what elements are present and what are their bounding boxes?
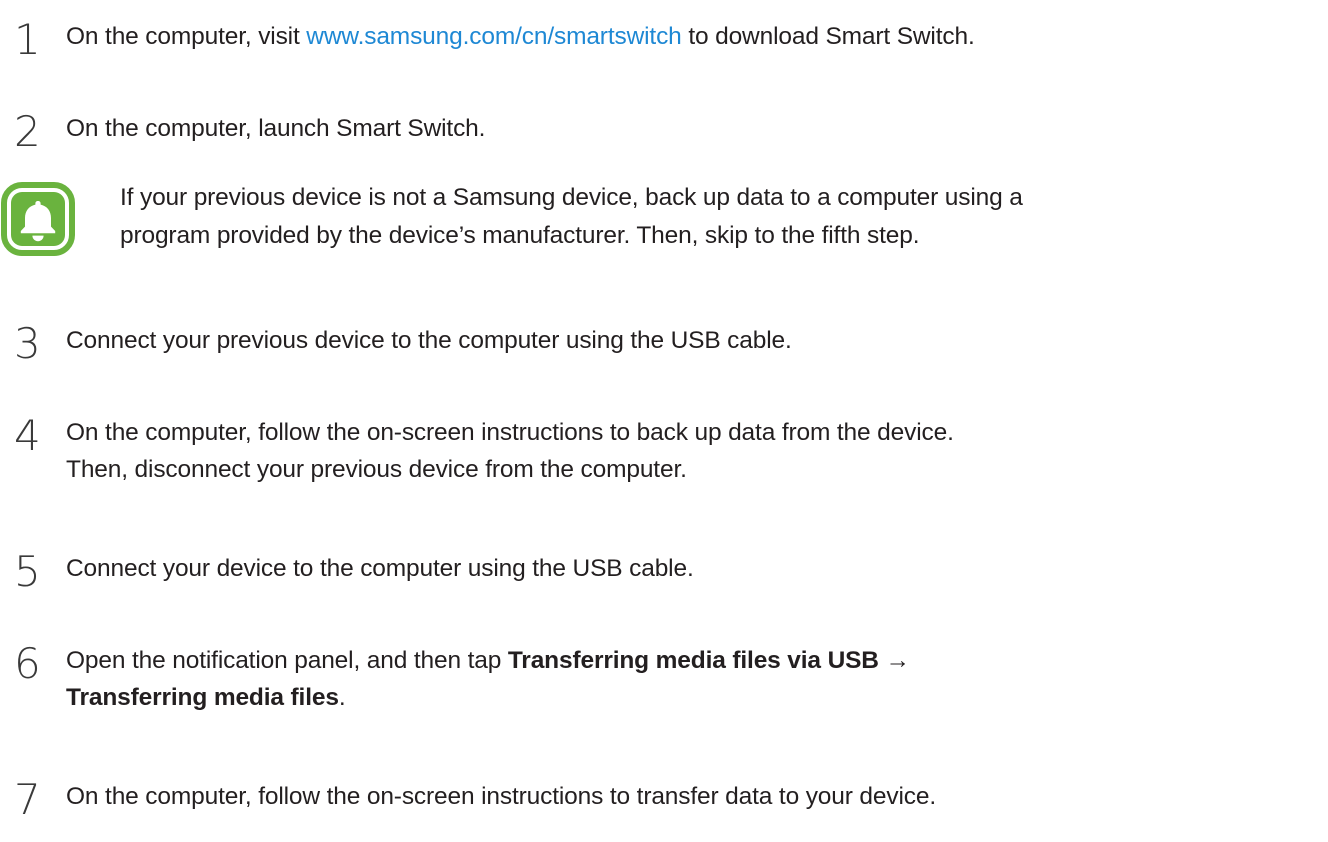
step-line: Transferring media files. bbox=[66, 679, 1314, 716]
step-text: Open the notification panel, and then ta… bbox=[66, 642, 1314, 716]
step-number: 1 bbox=[14, 15, 41, 64]
step-line: Then, disconnect your previous device fr… bbox=[66, 456, 687, 483]
step-number: 5 bbox=[14, 547, 41, 596]
step-text-part: On the computer, visit bbox=[66, 23, 307, 50]
step-line: Open the notification panel, and then ta… bbox=[66, 642, 1314, 679]
note-line: program provided by the device’s manufac… bbox=[120, 222, 920, 249]
step-text-part: to download Smart Switch. bbox=[681, 23, 975, 50]
step-text: Connect your device to the computer usin… bbox=[66, 555, 694, 582]
note-text: If your previous device is not a Samsung… bbox=[120, 179, 1318, 255]
step-text: On the computer, visit www.samsung.com/c… bbox=[66, 18, 1314, 55]
step-text-part: Open the notification panel, and then ta… bbox=[66, 647, 508, 674]
step-text: On the computer, follow the on-screen in… bbox=[66, 783, 937, 810]
ui-term: Transferring media files bbox=[66, 684, 339, 711]
note-line: If your previous device is not a Samsung… bbox=[120, 184, 1023, 211]
step-text: On the computer, launch Smart Switch. bbox=[66, 115, 486, 142]
arrow-icon: → bbox=[878, 647, 911, 674]
step-line: On the computer, follow the on-screen in… bbox=[66, 419, 954, 446]
step-text: Connect your previous device to the comp… bbox=[66, 327, 792, 354]
bell-icon bbox=[1, 182, 75, 256]
step-number: 6 bbox=[14, 639, 41, 688]
ui-term: Transferring media files via USB bbox=[507, 647, 879, 674]
step-text: On the computer, follow the on-screen in… bbox=[66, 414, 1314, 488]
step-text-part: . bbox=[338, 684, 346, 711]
step-number: 3 bbox=[14, 319, 41, 368]
step-number: 4 bbox=[14, 411, 41, 460]
step-number: 2 bbox=[14, 107, 41, 156]
step-number: 7 bbox=[14, 775, 41, 824]
smartswitch-link[interactable]: www.samsung.com/cn/smartswitch bbox=[306, 23, 682, 50]
